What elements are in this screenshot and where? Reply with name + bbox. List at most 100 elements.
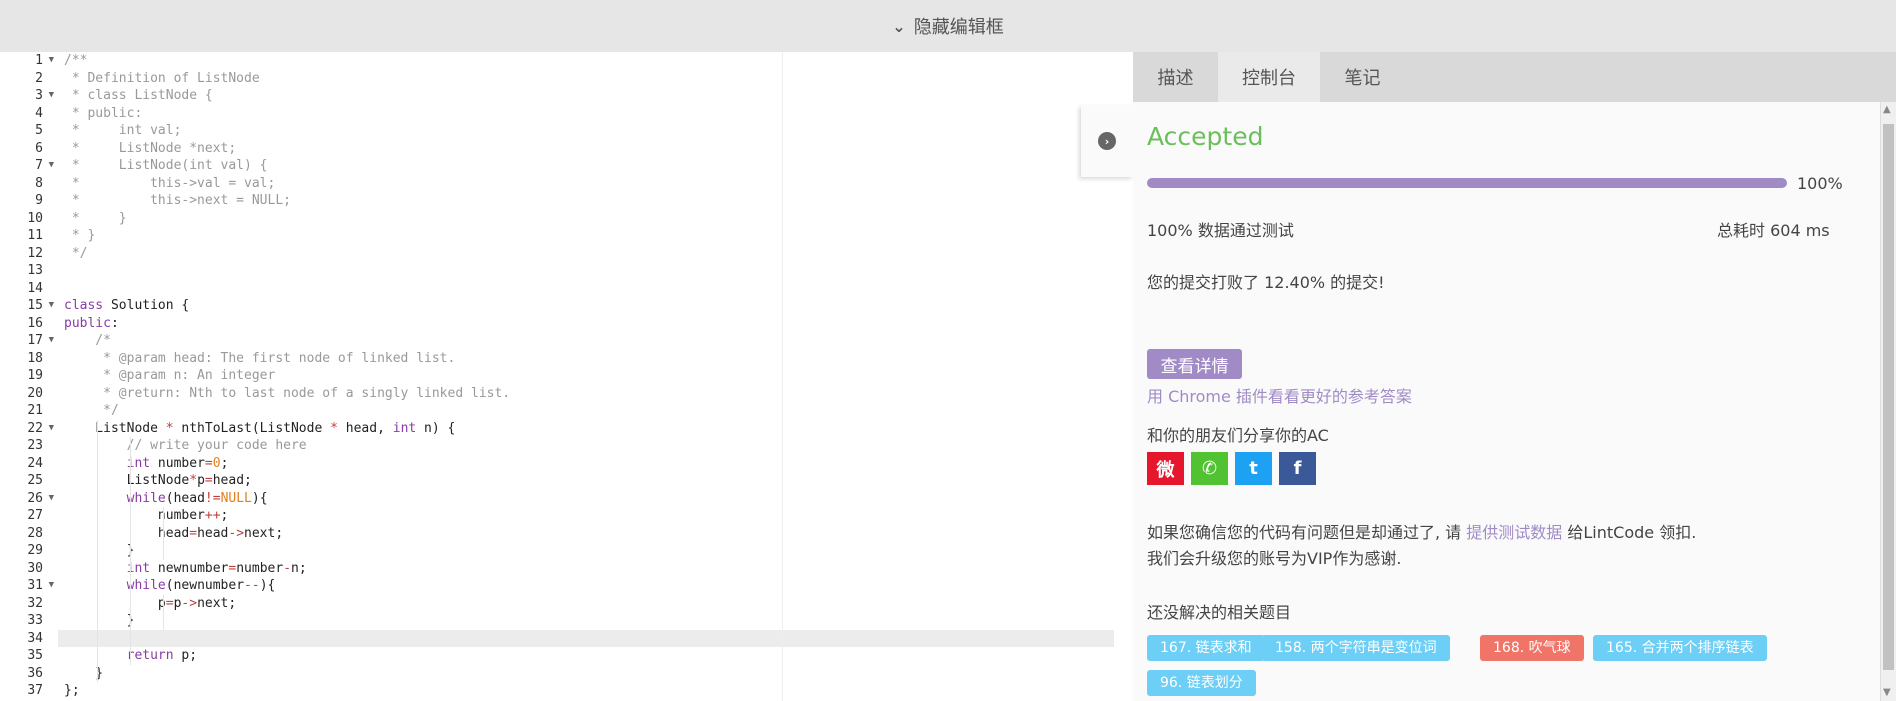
code-line: int newnumber=number-n; <box>64 560 307 578</box>
code-line: } <box>64 612 135 630</box>
chrome-plugin-link[interactable]: 用 Chrome 插件看看更好的参考答案 <box>1147 383 1412 407</box>
code-token: ; <box>220 455 229 471</box>
scroll-up-arrow-icon[interactable]: ▲ <box>1883 104 1891 115</box>
code-token: public <box>64 315 111 331</box>
code-line: */ <box>64 245 88 263</box>
gutter-line: 35 <box>0 647 58 665</box>
code-line: while(newnumber--){ <box>64 577 276 595</box>
code-token: next; <box>197 595 237 611</box>
fold-toggle-icon[interactable]: ▼ <box>49 420 54 438</box>
twitter-icon[interactable]: t <box>1235 452 1272 485</box>
code-token: * ListNode(int val) { <box>64 158 268 173</box>
code-line: * public: <box>64 105 142 123</box>
weibo-icon[interactable]: 微 <box>1147 452 1184 485</box>
code-line: * this->val = val; <box>64 175 276 193</box>
code-token: n) { <box>416 420 456 436</box>
related-problem-tag[interactable]: 96. 链表划分 <box>1147 670 1256 696</box>
code-token: head; <box>212 473 252 488</box>
code-line: * @param head: The first node of linked … <box>64 350 455 368</box>
code-token: p; <box>173 648 198 663</box>
gutter-line: 9 <box>0 192 58 210</box>
line-number: 23 <box>27 438 43 453</box>
wechat-icon[interactable]: ✆ <box>1191 452 1228 485</box>
fold-toggle-icon[interactable]: ▼ <box>49 490 54 508</box>
line-number: 19 <box>27 368 43 383</box>
toggle-editor-label: 隐藏编辑框 <box>913 17 1004 38</box>
code-line: * int val; <box>64 122 182 140</box>
code-editor[interactable]: 1 ▼ 2 3 ▼ 4 5 6 7 ▼ 8 9 10 11 12 13 14 15 ▼ 16 17 ▼ 18 19 20 21 22… <box>0 52 1114 701</box>
code-token: = <box>189 525 198 541</box>
fold-toggle-icon[interactable]: ▼ <box>49 577 54 595</box>
line-number: 11 <box>27 228 43 243</box>
code-token: ){ <box>251 490 268 506</box>
code-token: */ <box>64 245 88 261</box>
fold-toggle-icon[interactable]: ▼ <box>49 157 54 175</box>
chevron-down-icon: ⌄ <box>892 16 906 36</box>
beat-text: 您的提交打败了 12.40% 的提交! <box>1147 273 1385 292</box>
gutter-line: 10 <box>0 210 58 228</box>
code-token: number <box>150 455 205 471</box>
code-token: /** <box>64 53 88 68</box>
code-token: int <box>392 420 417 436</box>
code-token: * <box>330 420 338 436</box>
code-line: number++; <box>64 507 228 525</box>
line-number: 15 <box>27 298 43 313</box>
facebook-icon[interactable]: f <box>1279 452 1316 485</box>
gutter-line: 29 <box>0 542 58 560</box>
code-token: (newnumber <box>165 578 245 593</box>
related-problem-tag[interactable]: 168. 吹气球 <box>1480 635 1584 661</box>
code-token: = <box>204 473 213 488</box>
code-token: -> <box>228 525 245 541</box>
gutter-line: 26 ▼ <box>0 490 58 508</box>
line-number: 33 <box>27 613 43 628</box>
gutter-line: 36 <box>0 665 58 683</box>
line-number: 21 <box>27 403 43 418</box>
code-token: * <box>189 473 198 488</box>
code-line: int number=0; <box>64 455 229 473</box>
tab-console[interactable]: 控制台 <box>1218 52 1320 102</box>
code-line: * @return: Nth to last node of a singly … <box>64 385 510 403</box>
gutter-line: 13 <box>0 262 58 280</box>
line-number-gutter: 1 ▼ 2 3 ▼ 4 5 6 7 ▼ 8 9 10 11 12 13 14 15 ▼ 16 17 ▼ 18 19 20 21 22… <box>0 52 58 701</box>
scrollbar[interactable]: ▲ ▼ <box>1881 102 1896 701</box>
code-token: * @param head: The first node of linked … <box>64 350 456 366</box>
code-token: ListNode <box>64 473 190 488</box>
tab-notes[interactable]: 笔记 <box>1320 52 1405 102</box>
code-token: p <box>197 473 205 488</box>
gutter-line: 7 ▼ <box>0 157 58 175</box>
line-number: 25 <box>27 473 43 488</box>
code-token: // write your code here <box>64 438 307 453</box>
fold-toggle-icon[interactable]: ▼ <box>49 297 54 315</box>
progress-label: 100% <box>1797 174 1843 193</box>
related-problem-tag[interactable]: 158. 两个字符串是变位词 <box>1262 635 1450 661</box>
total-time-text: 总耗时 604 ms <box>1717 221 1830 240</box>
gutter-line: 4 <box>0 105 58 123</box>
fold-toggle-icon[interactable]: ▼ <box>49 87 54 105</box>
fold-toggle-icon[interactable]: ▼ <box>49 332 54 350</box>
provide-test-data-link[interactable]: 提供测试数据 <box>1466 523 1562 542</box>
scrollbar-thumb[interactable] <box>1883 124 1894 670</box>
related-problem-tag[interactable]: 165. 合并两个排序链表 <box>1593 635 1767 661</box>
gutter-line: 37 <box>0 682 58 700</box>
code-token: n; <box>291 560 307 576</box>
toggle-editor-bar[interactable]: ⌄ 隐藏编辑框 <box>0 0 1896 52</box>
code-token: }; <box>64 683 80 698</box>
related-problem-tag[interactable]: 167. 链表求和 <box>1147 635 1265 661</box>
gutter-line: 17 ▼ <box>0 332 58 350</box>
view-details-button[interactable]: 查看详情 <box>1147 349 1242 379</box>
line-number: 16 <box>27 315 43 331</box>
gutter-line: 12 <box>0 245 58 263</box>
gutter-line: 6 <box>0 140 58 158</box>
tab-description[interactable]: 描述 <box>1133 52 1218 102</box>
collapse-panel-button[interactable]: › <box>1081 105 1133 177</box>
code-line: * ListNode(int val) { <box>64 157 268 175</box>
code-token: * } <box>64 210 127 226</box>
code-token: head <box>197 525 229 541</box>
gutter-line: 28 <box>0 525 58 543</box>
gutter-line: 18 <box>0 350 58 368</box>
fold-toggle-icon[interactable]: ▼ <box>49 52 54 70</box>
code-area[interactable]: /** * Definition of ListNode * class Lis… <box>58 52 1114 701</box>
scroll-down-arrow-icon[interactable]: ▼ <box>1883 687 1891 698</box>
